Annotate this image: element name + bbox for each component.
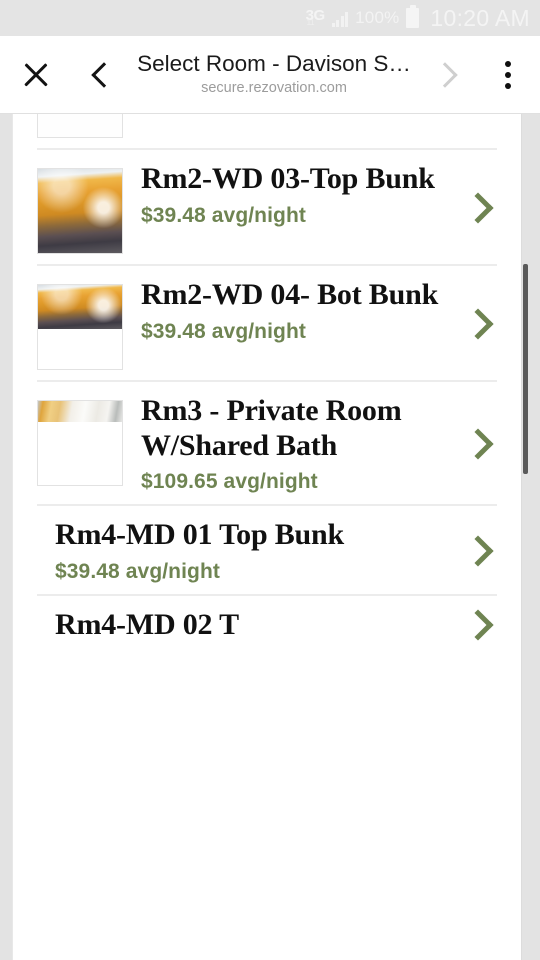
room-info: Rm2-WD 04- Bot Bunk $39.48 avg/night [123,278,463,344]
chevron-right-icon [431,61,458,88]
chevron-right-icon [462,609,494,641]
chevron-right-icon [462,192,494,224]
room-title: Rm4-MD 01 Top Bunk [55,518,344,551]
room-title: Rm2-WD 04- Bot Bunk [141,278,439,311]
room-select-button[interactable] [462,535,497,567]
room-list-page: Rm2-WD 02-Bot Bunk $39.48 avg/night Rm2-… [12,114,522,960]
battery-full-icon [406,5,420,28]
chevron-right-icon [462,428,494,460]
page-url: secure.rezovation.com [201,79,347,96]
clock-label: 10:20 AM [430,4,530,31]
room-select-button[interactable] [462,609,497,641]
battery-percent-label: 100% [355,8,400,27]
room-select-button[interactable] [462,192,497,224]
room-thumbnail [37,168,123,254]
room-price: $109.65 avg/night [141,470,318,493]
bunk-bed-photo [38,285,122,329]
chevron-right-icon [462,535,494,567]
page-title: Select Room - Davison S… [137,51,411,77]
scrollbar-thumb[interactable] [523,264,528,474]
overflow-menu-button[interactable] [476,36,540,114]
list-item[interactable]: Rm4-MD 01 Top Bunk $39.48 avg/night [37,506,497,596]
forward-button[interactable] [418,36,476,114]
room-title: Rm3 - Private Room W/Shared Bath [141,394,402,462]
network-type-sub: 11 [306,17,315,27]
chevron-right-icon [462,308,494,340]
list-item[interactable]: Rm4-MD 02 T [37,596,497,653]
chevron-left-icon [90,61,117,88]
page-scrollbar[interactable] [522,114,540,960]
address-display[interactable]: Select Room - Davison S… secure.rezovati… [130,51,418,97]
list-item[interactable]: Rm3 - Private Room W/Shared Bath $109.65… [37,382,497,506]
room-price: $39.48 avg/night [55,559,220,583]
back-button[interactable] [72,36,130,114]
room-thumbnail [37,284,123,370]
room-info: Rm3 - Private Room W/Shared Bath $109.65… [123,394,463,494]
room-title: Rm4-MD 02 T [55,607,239,641]
room-thumbnail [37,114,123,138]
signal-bars-icon [331,10,349,27]
browser-toolbar: Select Room - Davison S… secure.rezovati… [0,36,540,114]
bunk-bed-photo [38,169,122,253]
status-bar: 3G 11 100% 10:20 AM [0,0,540,36]
status-bar-indicators: 3G 11 100% 10:20 AM [306,5,530,32]
room-info: Rm2-WD 03-Top Bunk $39.48 avg/night [123,162,463,228]
list-item[interactable]: Rm2-WD 04- Bot Bunk $39.48 avg/night [37,266,497,382]
private-room-photo [38,401,122,422]
room-info: Rm4-MD 02 T [37,608,463,643]
room-thumbnail [37,400,123,486]
overflow-menu-icon [505,60,511,89]
close-button[interactable] [0,36,72,114]
room-price: $39.48 avg/night [141,203,306,227]
room-price: $39.48 avg/night [141,319,306,343]
list-item[interactable]: Rm2-WD 03-Top Bunk $39.48 avg/night [37,150,497,266]
room-list: Rm2-WD 02-Bot Bunk $39.48 avg/night Rm2-… [13,114,521,652]
room-select-button[interactable] [462,428,497,460]
close-x-icon [22,61,50,89]
list-item[interactable]: Rm2-WD 02-Bot Bunk $39.48 avg/night [37,114,497,150]
room-title: Rm2-WD 03-Top Bunk [141,162,435,195]
room-select-button[interactable] [462,308,497,340]
network-type-icon: 3G 11 [306,8,326,27]
webview[interactable]: Rm2-WD 02-Bot Bunk $39.48 avg/night Rm2-… [0,114,540,960]
room-info: Rm4-MD 01 Top Bunk $39.48 avg/night [37,518,463,584]
